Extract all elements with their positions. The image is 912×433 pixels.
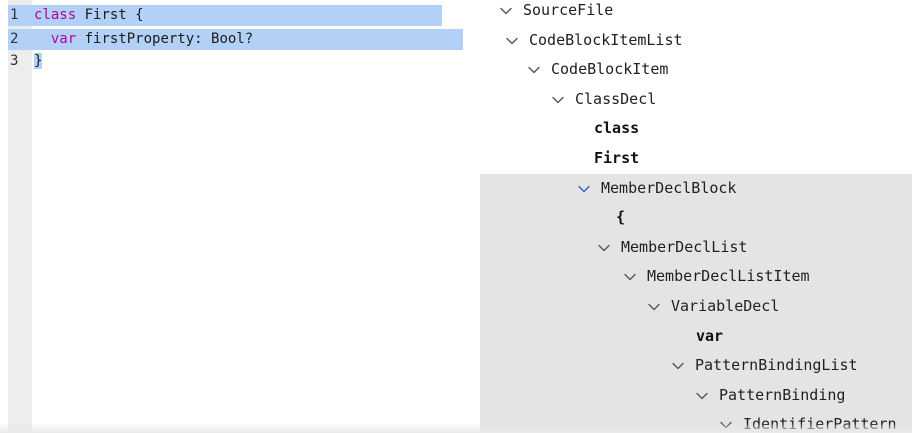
tree-node-label: MemberDeclList — [621, 237, 748, 256]
chevron-down-icon[interactable] — [648, 303, 662, 311]
tree-node[interactable]: PatternBindingList — [672, 350, 858, 380]
tree-token-node[interactable]: class — [594, 113, 639, 143]
tree-node[interactable]: ClassDecl — [552, 84, 656, 114]
tree-node-label: MemberDeclBlock — [601, 178, 737, 197]
tree-node[interactable]: MemberDeclListItem — [624, 261, 810, 291]
chevron-down-icon[interactable] — [506, 37, 520, 45]
tree-node[interactable]: SourceFile — [500, 0, 613, 25]
brace-token: } — [34, 53, 43, 69]
tree-node[interactable]: MemberDeclList — [598, 232, 747, 262]
code-line-3[interactable]: 3 } — [8, 51, 470, 72]
line-code: var firstProperty: Bool? — [34, 29, 253, 50]
tree-node-label: class — [594, 119, 640, 138]
bottom-scroll-shadow — [0, 423, 912, 433]
tree-node-label: var — [696, 326, 724, 345]
chevron-down-icon[interactable] — [598, 244, 612, 252]
tree-node-label: PatternBinding — [719, 385, 846, 404]
chevron-down-icon[interactable] — [500, 7, 514, 15]
tree-node-label: PatternBindingList — [695, 356, 858, 375]
declaration-token: firstProperty: Bool? — [76, 31, 254, 47]
line-code: } — [34, 51, 43, 72]
tree-node[interactable]: CodeBlockItemList — [506, 25, 683, 55]
line-code: class First { — [34, 5, 144, 26]
chevron-down-icon[interactable] — [672, 362, 686, 370]
syntax-tree-panel[interactable]: SourceFile CodeBlockItemList CodeBlockItem… — [470, 0, 912, 433]
code-editor[interactable]: 1 class First { 2 var firstProperty: Boo… — [0, 0, 470, 433]
code-line-1[interactable]: 1 class First { — [8, 5, 442, 26]
tree-token-node[interactable]: var — [696, 321, 723, 351]
chevron-down-icon[interactable] — [528, 66, 542, 74]
tree-node-label: CodeBlockItem — [551, 60, 669, 79]
brace-token: { — [135, 7, 144, 23]
tree-node[interactable]: VariableDecl — [648, 291, 779, 321]
tree-node-label: CodeBlockItemList — [529, 30, 683, 49]
identifier-token: First — [76, 7, 136, 23]
tree-node-label: SourceFile — [523, 1, 614, 19]
line-number: 2 — [10, 31, 19, 47]
indent-token — [34, 31, 51, 47]
tree-node-label: VariableDecl — [671, 297, 780, 315]
tree-node-label: First — [594, 149, 640, 167]
chevron-down-icon[interactable] — [552, 96, 566, 104]
line-number: 3 — [10, 53, 19, 69]
code-line-2[interactable]: 2 var firstProperty: Bool? — [8, 29, 463, 50]
line-number: 1 — [10, 7, 19, 23]
keyword-token: var — [50, 31, 77, 47]
keyword-token: class — [34, 7, 77, 23]
tree-node[interactable]: CodeBlockItem — [528, 54, 668, 84]
tree-node-label: ClassDecl — [575, 89, 657, 108]
chevron-down-icon[interactable] — [578, 185, 592, 193]
tree-token-node[interactable]: { — [616, 202, 625, 232]
chevron-down-icon[interactable] — [696, 392, 710, 400]
tree-node-label: MemberDeclListItem — [647, 267, 810, 286]
tree-node-label: { — [616, 208, 626, 227]
tree-node[interactable]: MemberDeclBlock — [578, 173, 736, 203]
tree-token-node[interactable]: First — [594, 143, 639, 173]
tree-node[interactable]: PatternBinding — [696, 380, 845, 410]
chevron-down-icon[interactable] — [624, 273, 638, 281]
